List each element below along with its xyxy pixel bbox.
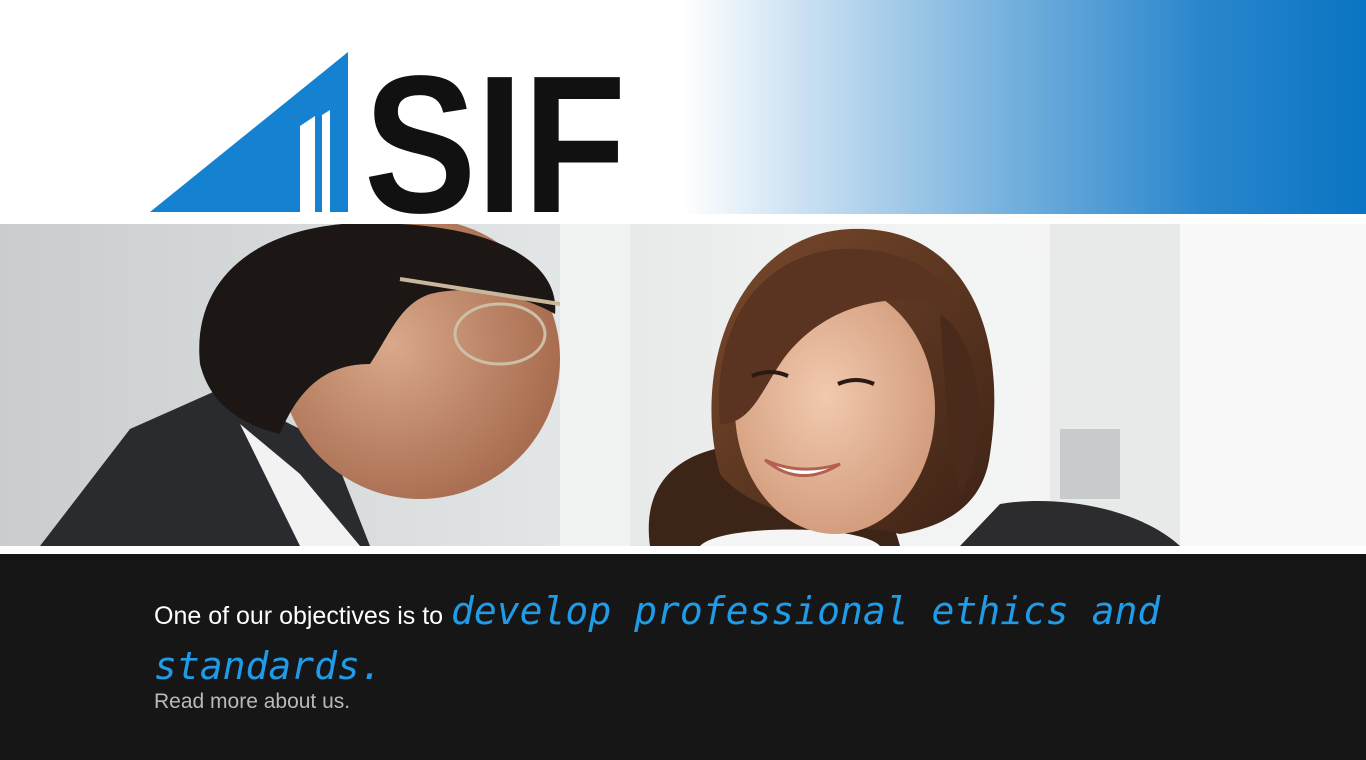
objective-lead: One of our objectives is to [154,602,444,630]
logo-wordmark: SIF [364,52,626,214]
objective-statement: One of our objectives is to develop profe… [154,588,1234,698]
read-more-link[interactable]: Read more about us. [154,690,350,714]
sif-logo[interactable]: SIF [150,52,630,214]
logo-triangle-mark [150,52,348,212]
site-header: SIF [0,0,1366,214]
hero-photo [0,224,1366,546]
